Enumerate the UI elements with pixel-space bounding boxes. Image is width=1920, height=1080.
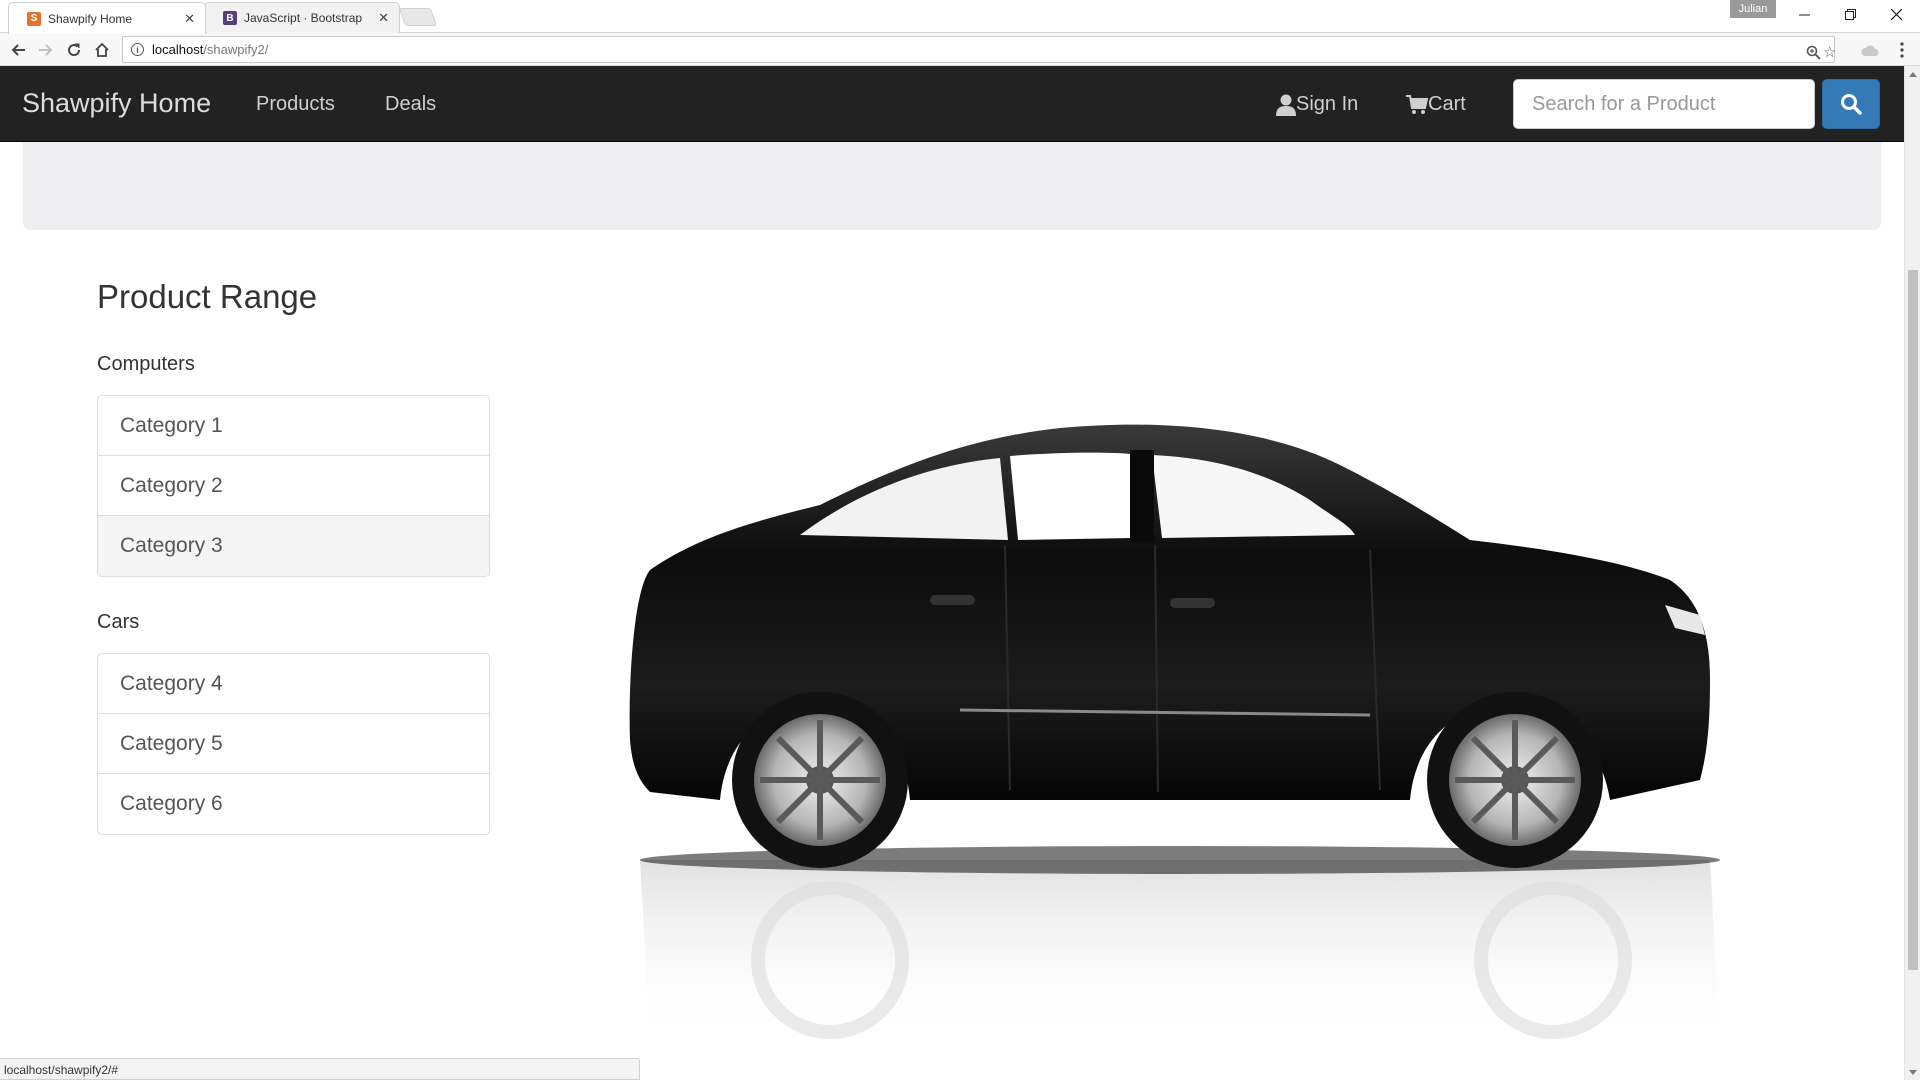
list-item[interactable]: Category 3	[98, 516, 489, 576]
tab-title: Shawpify Home	[48, 11, 133, 26]
extension-icon[interactable]	[1858, 38, 1882, 62]
info-icon[interactable]: i	[131, 43, 144, 56]
zoom-icon[interactable]	[1806, 45, 1821, 64]
close-tab-icon[interactable]: ✕	[378, 10, 389, 26]
bootstrap-favicon-icon: B	[223, 11, 237, 25]
search-button[interactable]	[1822, 79, 1880, 129]
user-icon	[1276, 94, 1296, 116]
restore-icon[interactable]	[1827, 0, 1873, 28]
cars-category-list: Category 4 Category 5 Category 6	[97, 653, 490, 835]
bookmark-star-icon[interactable]: ☆	[1823, 43, 1836, 61]
page-title: Product Range	[97, 278, 318, 315]
nav-deals[interactable]: Deals	[385, 93, 436, 116]
list-item[interactable]: Category 2	[98, 456, 489, 516]
search-icon	[1841, 94, 1862, 115]
cart-link[interactable]: Cart	[1406, 93, 1466, 116]
scrollbar-thumb[interactable]	[1908, 270, 1918, 970]
profile-badge[interactable]: Julian	[1730, 0, 1776, 18]
car-image	[610, 420, 1750, 1080]
close-window-icon[interactable]	[1873, 0, 1919, 28]
tab-strip: S Shawpify Home ✕ B JavaScript · Bootstr…	[0, 0, 1920, 34]
shopping-cart-icon	[1406, 94, 1428, 114]
forward-arrow-icon[interactable]	[34, 38, 58, 62]
scroll-down-icon[interactable]	[1909, 1070, 1917, 1075]
address-host: localhost	[152, 42, 204, 57]
shawpify-favicon-icon: S	[27, 11, 41, 26]
jumbotron	[23, 142, 1881, 230]
list-item[interactable]: Category 1	[98, 396, 489, 456]
new-tab-button[interactable]	[398, 8, 438, 26]
nav-products[interactable]: Products	[256, 93, 335, 116]
browser-window: S Shawpify Home ✕ B JavaScript · Bootstr…	[0, 0, 1920, 1080]
sign-in-label: Sign In	[1296, 93, 1359, 115]
home-icon[interactable]	[90, 38, 114, 62]
menu-kebab-icon[interactable]	[1890, 38, 1914, 62]
computers-category-list: Category 1 Category 2 Category 3	[97, 395, 490, 577]
address-bar[interactable]: i localhost/shawpify2/ ☆	[122, 36, 1836, 64]
tab-title: JavaScript · Bootstrap	[244, 11, 363, 25]
reload-icon[interactable]	[62, 38, 86, 62]
site-navbar: Shawpify Home Products Deals Sign In Car…	[0, 66, 1904, 142]
group-heading-computers: Computers	[97, 353, 195, 375]
close-tab-icon[interactable]: ✕	[184, 11, 195, 27]
list-item[interactable]: Category 6	[98, 774, 489, 834]
status-bubble: localhost/shawpify2/#	[0, 1058, 640, 1080]
product-search-input[interactable]	[1513, 79, 1815, 129]
back-arrow-icon[interactable]	[6, 38, 30, 62]
tab-javascript-bootstrap[interactable]: B JavaScript · Bootstrap ✕	[204, 2, 400, 33]
sign-in-link[interactable]: Sign In	[1276, 93, 1358, 116]
scroll-up-icon[interactable]	[1909, 72, 1917, 77]
group-heading-cars: Cars	[97, 611, 140, 633]
brand-link[interactable]: Shawpify Home	[22, 88, 211, 119]
page-scrollbar[interactable]	[1904, 66, 1920, 1080]
tab-shawpify-home[interactable]: S Shawpify Home ✕	[8, 2, 206, 34]
list-item[interactable]: Category 4	[98, 654, 489, 714]
address-path: /shawpify2/	[203, 42, 269, 57]
cart-label: Cart	[1428, 93, 1466, 115]
list-item[interactable]: Category 5	[98, 714, 489, 774]
minimize-icon[interactable]	[1781, 0, 1827, 28]
browser-toolbar: i localhost/shawpify2/ ☆	[0, 33, 1920, 66]
